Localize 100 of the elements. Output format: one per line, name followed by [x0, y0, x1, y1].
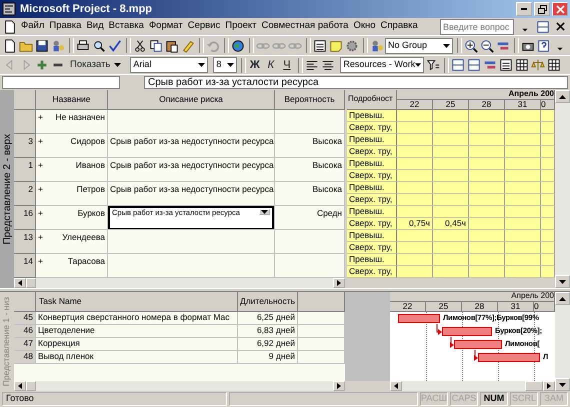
expand-toggle[interactable]: + — [38, 233, 43, 242]
print-preview-icon[interactable] — [92, 38, 106, 52]
dropdown-arrow-icon[interactable] — [415, 63, 422, 67]
row-header[interactable]: 45 — [14, 312, 36, 325]
scroll-thumb[interactable] — [525, 381, 543, 391]
gear-icon[interactable] — [344, 38, 358, 52]
people-icon[interactable] — [50, 38, 64, 52]
menu-item[interactable]: Справка — [380, 21, 419, 32]
entry-field[interactable]: Срыв работ из-за усталости ресурса — [144, 76, 568, 89]
dropdown-arrow-icon[interactable] — [261, 210, 268, 214]
underline-button[interactable]: Ч — [279, 57, 294, 73]
row-header[interactable] — [14, 110, 36, 134]
scroll-up-button[interactable] — [555, 292, 570, 305]
column-header[interactable]: Вероятность — [275, 90, 345, 110]
filter-combo[interactable]: Resources - Work — [340, 57, 424, 73]
font-combo[interactable]: Arial — [130, 57, 208, 73]
vertical-scrollbar[interactable] — [555, 90, 570, 288]
help-search-field[interactable]: Введите вопрос — [440, 18, 514, 34]
scroll-right-button[interactable] — [333, 381, 345, 391]
row-header[interactable]: 46 — [14, 325, 36, 338]
vertical-scrollbar[interactable] — [555, 292, 570, 391]
printer-icon[interactable] — [76, 38, 90, 52]
arrow-down-icon[interactable] — [559, 382, 566, 386]
dropdown-arrow-icon[interactable] — [443, 44, 450, 48]
grid-icon[interactable] — [514, 58, 529, 72]
scroll-down-button[interactable] — [555, 275, 570, 288]
group-combo[interactable]: No Group — [385, 38, 453, 54]
arrow-right-icon[interactable] — [336, 383, 342, 389]
arrow-left-icon[interactable] — [18, 280, 22, 286]
dropdown-arrow-icon[interactable] — [198, 63, 206, 67]
column-header[interactable]: Task Name — [36, 292, 238, 312]
horizontal-scrollbar[interactable] — [390, 381, 555, 391]
panes-icon[interactable] — [466, 58, 481, 72]
font-size-combo[interactable]: 8 — [213, 57, 238, 73]
paste-icon[interactable] — [164, 38, 178, 52]
scroll-right-button[interactable] — [543, 381, 555, 391]
column-header[interactable]: Название — [36, 90, 108, 110]
column-header[interactable]: Описание риска — [108, 90, 275, 110]
plus-icon[interactable] — [34, 58, 48, 72]
arrow-up-icon[interactable] — [559, 296, 566, 300]
row-header[interactable]: 47 — [14, 338, 36, 351]
align-left-icon[interactable] — [304, 58, 319, 72]
restore-button[interactable] — [534, 2, 550, 16]
menu-item[interactable]: Вид — [85, 21, 105, 32]
restore-window-icon[interactable] — [536, 20, 550, 34]
row-header[interactable]: 13 — [14, 230, 36, 254]
row-header[interactable]: 14 — [14, 254, 36, 278]
expand-toggle[interactable]: + — [38, 209, 43, 218]
arrow-right-icon[interactable] — [546, 383, 552, 389]
scroll-left-button[interactable] — [14, 278, 26, 288]
copy-icon[interactable] — [148, 38, 162, 52]
table-icon[interactable] — [546, 58, 561, 72]
menu-item[interactable]: Сервис — [186, 21, 222, 32]
dropdown-arrow-icon[interactable] — [227, 63, 234, 67]
filter-icon[interactable] — [426, 58, 440, 72]
cut-icon[interactable] — [132, 38, 146, 52]
bold-button[interactable]: Ж — [247, 57, 262, 73]
scroll-left-button[interactable] — [14, 381, 26, 391]
menu-item[interactable]: Окно — [352, 21, 377, 32]
zoom-out-icon[interactable] — [480, 38, 494, 52]
new-page-icon[interactable] — [2, 38, 16, 52]
show-menu-button[interactable]: Показать — [66, 57, 126, 73]
column-header[interactable] — [14, 90, 36, 110]
align-center-icon[interactable] — [320, 58, 335, 72]
panes-icon[interactable] — [450, 58, 465, 72]
arrow-left-icon[interactable] — [18, 383, 22, 389]
scroll-down-button[interactable] — [555, 378, 570, 391]
arrow-up-icon[interactable] — [559, 94, 566, 98]
scroll-left-button[interactable] — [390, 381, 402, 391]
arrow-down-icon[interactable] — [559, 280, 566, 284]
scale-icon[interactable] — [530, 58, 545, 72]
row-header[interactable]: 3 — [14, 134, 36, 158]
row-header[interactable]: 2 — [14, 182, 36, 206]
row-header[interactable]: 16 — [14, 206, 36, 230]
note-icon[interactable] — [328, 38, 342, 52]
column-header[interactable]: Длительность — [238, 292, 298, 312]
row-header[interactable]: 1 — [14, 158, 36, 182]
horizontal-scrollbar[interactable] — [14, 381, 345, 391]
globe-icon[interactable] — [230, 38, 244, 52]
brush-icon[interactable] — [180, 38, 194, 52]
scroll-thumb[interactable] — [26, 381, 36, 391]
minimize-button[interactable] — [516, 2, 532, 16]
menu-item[interactable]: Вставка — [108, 21, 145, 32]
arrow-right-icon[interactable] — [336, 280, 342, 286]
scroll-thumb[interactable] — [26, 278, 36, 288]
italic-button[interactable]: К — [263, 57, 278, 73]
people-icon[interactable] — [370, 38, 384, 52]
scroll-up-button[interactable] — [555, 90, 570, 103]
menu-item[interactable]: Формат — [148, 21, 184, 32]
view-label[interactable]: Представление 2 - верх — [0, 90, 14, 288]
scroll-right-button[interactable] — [333, 278, 345, 288]
column-header[interactable]: Подробност — [347, 90, 397, 110]
expand-toggle[interactable]: + — [38, 257, 43, 266]
menu-item[interactable]: Правка — [48, 21, 82, 32]
minimize-icon[interactable] — [520, 8, 528, 10]
spellcheck-icon[interactable] — [108, 38, 122, 52]
menu-item[interactable]: Проект — [224, 21, 258, 32]
save-icon[interactable] — [34, 38, 48, 52]
row-header[interactable]: 48 — [14, 351, 36, 364]
help-icon[interactable] — [536, 38, 550, 52]
